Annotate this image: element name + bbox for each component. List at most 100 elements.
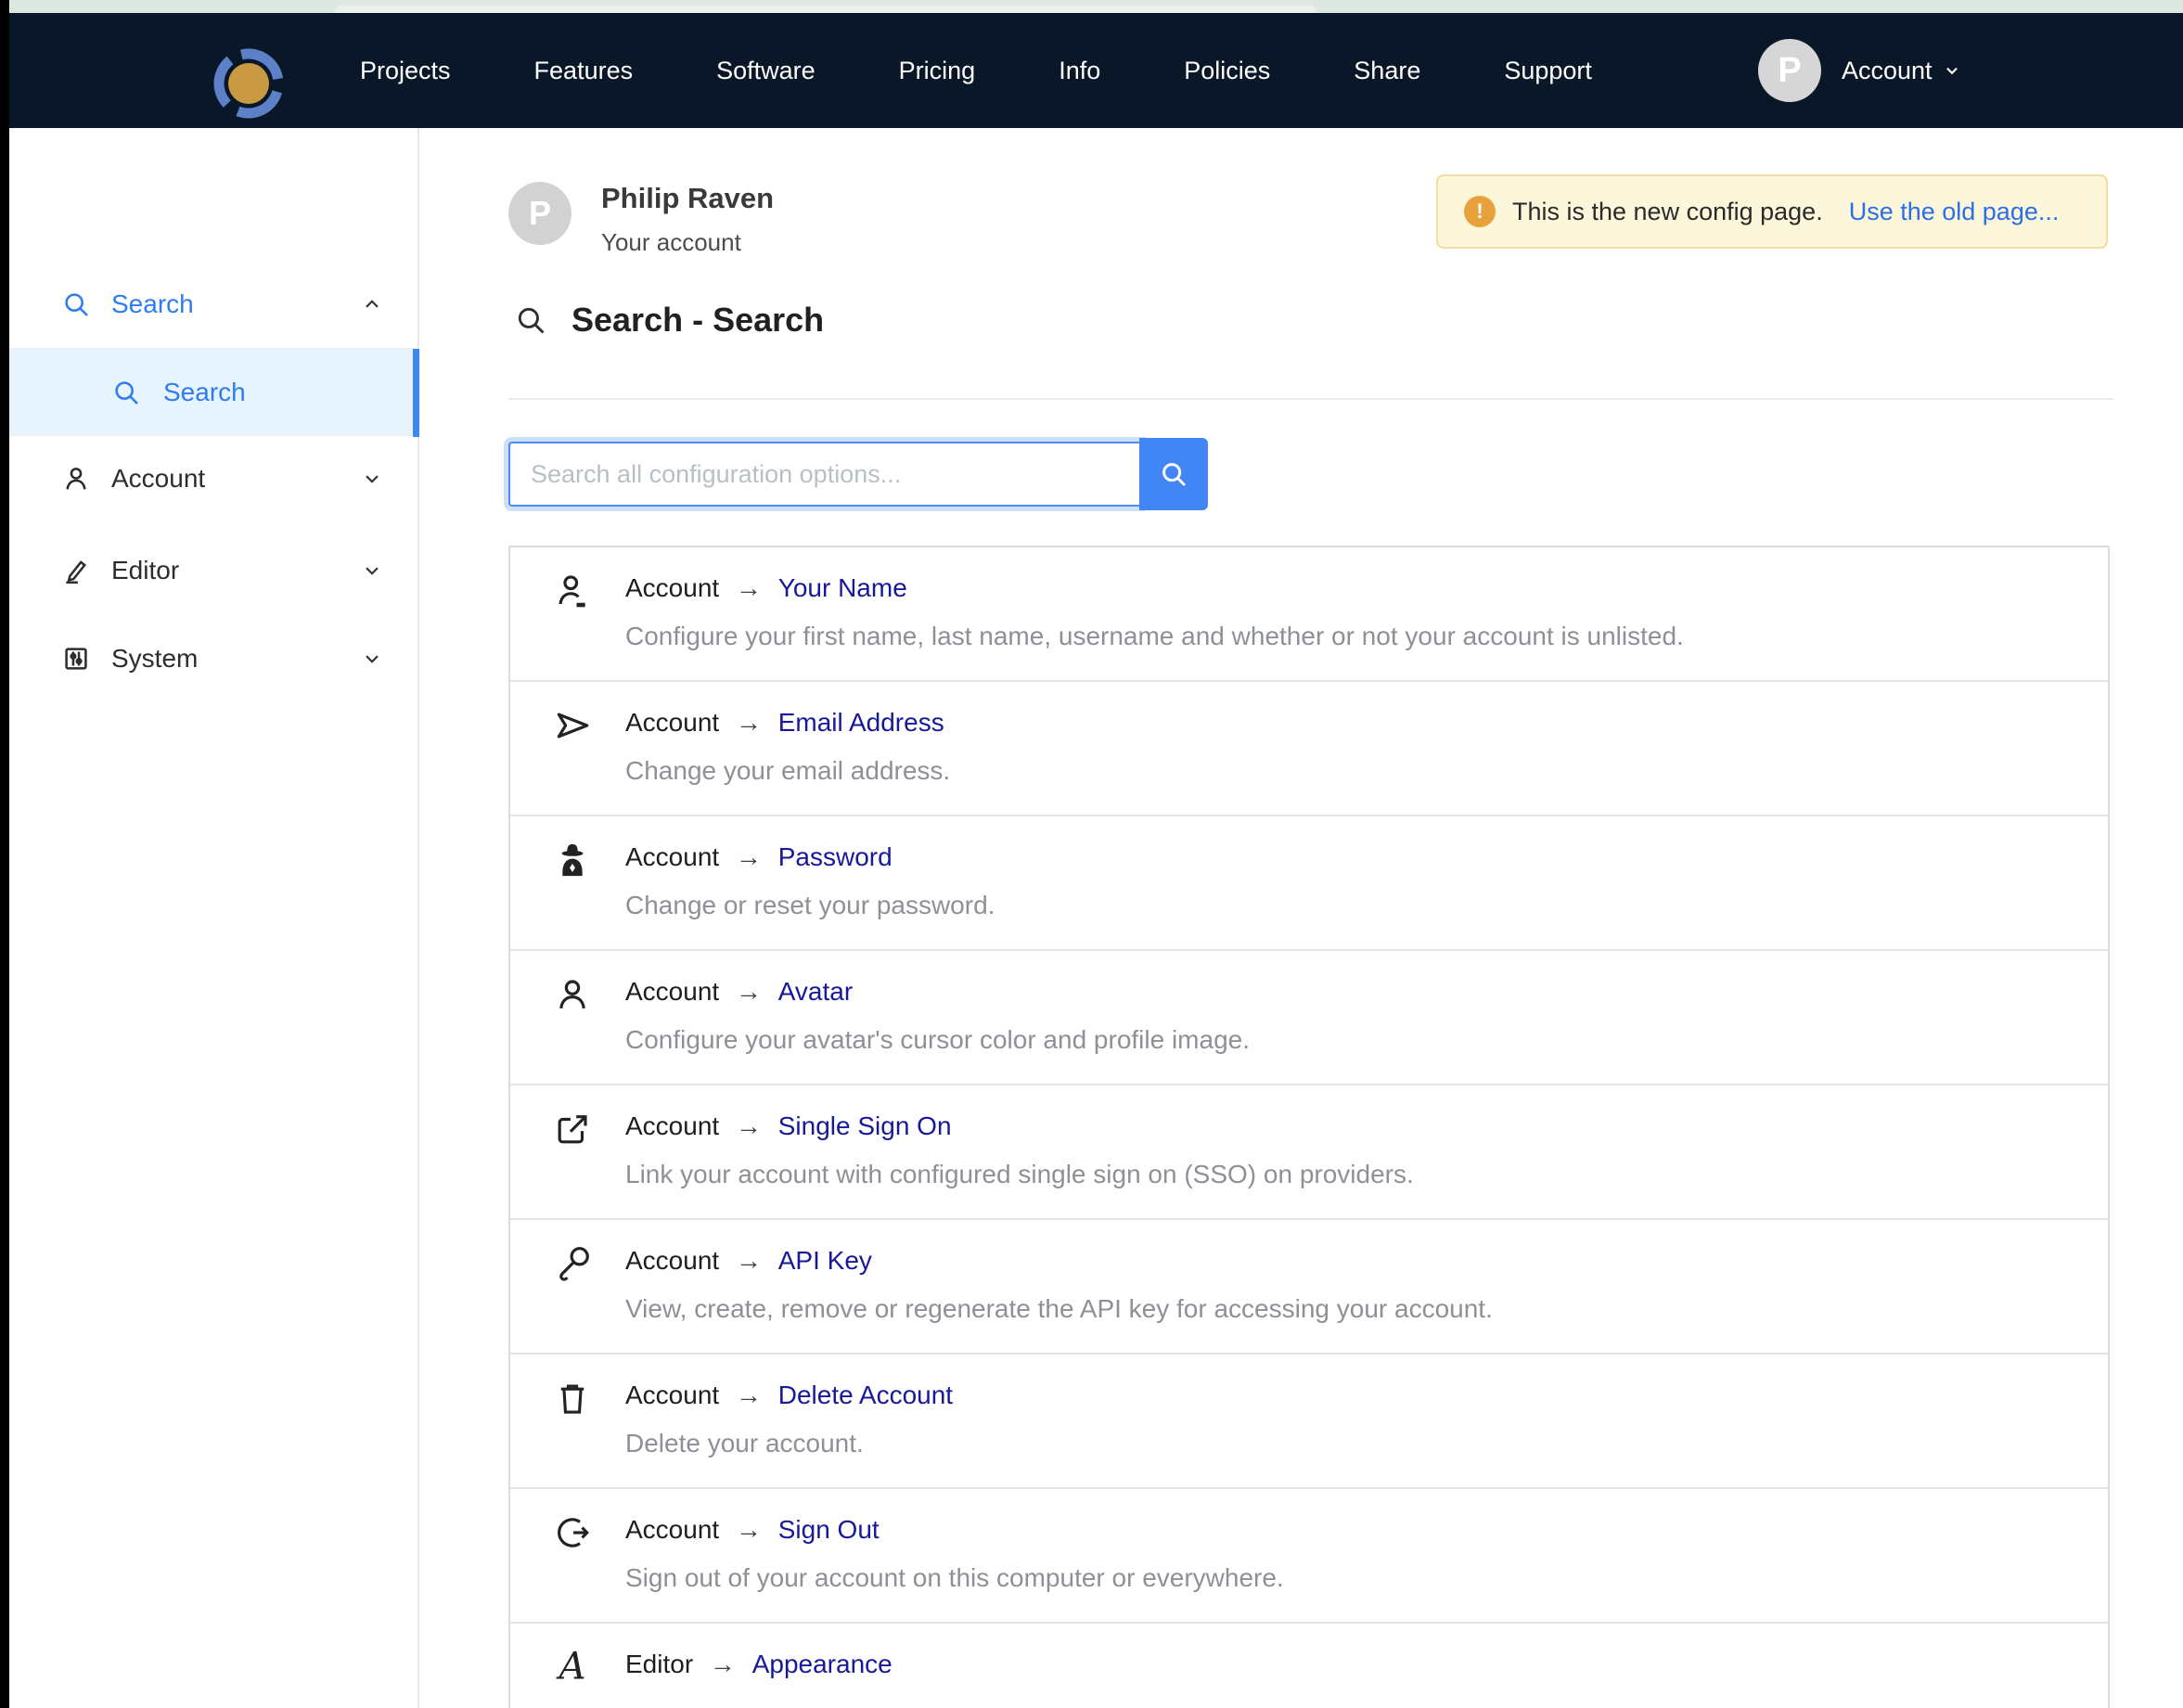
result-title: Account → Email Address (625, 708, 944, 738)
result-category: Account (625, 573, 719, 602)
sidebar-item-label: Account (111, 464, 360, 494)
sign-out-icon (553, 1513, 592, 1552)
result-category: Editor (625, 1650, 693, 1678)
search-result-row[interactable]: Account → Email Address Change your emai… (510, 682, 2108, 816)
result-category: Account (625, 977, 719, 1006)
sidebar-subitem-label: Search (163, 378, 246, 407)
arrow-icon: → (693, 1650, 752, 1678)
app-logo-icon[interactable] (212, 46, 286, 121)
result-description: Link your account with configured single… (625, 1160, 1414, 1189)
nav-link-support[interactable]: Support (1504, 57, 1592, 85)
search-result-row[interactable]: Account → Your Name Configure your first… (510, 547, 2108, 682)
arrow-icon: → (719, 1381, 778, 1409)
search-result-row[interactable]: Account → API Key View, create, remove o… (510, 1220, 2108, 1355)
arrow-icon: → (719, 708, 778, 737)
config-page: Projects Features Software Pricing Info Polic… (0, 0, 2183, 1708)
result-title: Account → Password (625, 842, 892, 872)
search-button[interactable] (1139, 438, 1208, 510)
send-icon (553, 706, 592, 745)
nav-link-info[interactable]: Info (1059, 57, 1100, 85)
profile-subtitle: Your account (601, 228, 741, 257)
result-title: Account → Delete Account (625, 1381, 953, 1410)
result-link[interactable]: Avatar (778, 977, 853, 1006)
letter-a-icon (553, 1648, 592, 1687)
pencil-icon (61, 556, 91, 585)
search-result-row[interactable]: Account → Single Sign On Link your accou… (510, 1085, 2108, 1220)
result-link[interactable]: API Key (778, 1246, 872, 1275)
avatar: P (508, 182, 571, 245)
sidebar-item-system[interactable]: System (9, 636, 419, 681)
sidebar-item-label: System (111, 644, 360, 674)
search-result-row[interactable]: Account → Delete Account Delete your acc… (510, 1355, 2108, 1489)
chevron-up-icon (360, 292, 384, 316)
divider (508, 398, 2113, 400)
search-result-row[interactable]: Account → Sign Out Sign out of your acco… (510, 1489, 2108, 1624)
result-link[interactable]: Delete Account (778, 1381, 953, 1409)
result-category: Account (625, 1515, 719, 1544)
chevron-down-icon (1942, 60, 1962, 81)
result-description: Change or reset your password. (625, 891, 995, 920)
nav-link-software[interactable]: Software (716, 57, 815, 85)
result-category: Account (625, 1246, 719, 1275)
external-link-icon (553, 1110, 592, 1149)
result-link[interactable]: Your Name (778, 573, 907, 602)
nav-account-menu[interactable]: P Account (1758, 13, 1962, 128)
browser-tab-sliver (334, 6, 1317, 13)
result-link[interactable]: Appearance (752, 1650, 892, 1678)
nav-link-projects[interactable]: Projects (360, 57, 451, 85)
nav-links: Projects Features Software Pricing Info Polic… (360, 13, 1592, 128)
search-icon (1159, 459, 1188, 489)
sliders-icon (61, 644, 91, 674)
search-input[interactable] (508, 442, 1141, 507)
active-indicator-bar (413, 349, 419, 437)
result-link[interactable]: Password (778, 842, 892, 871)
search-result-row[interactable]: Editor → Appearance (510, 1624, 2108, 1708)
result-description: View, create, remove or regenerate the A… (625, 1294, 1493, 1324)
result-link[interactable]: Email Address (778, 708, 944, 737)
sidebar-subitem-search-active[interactable]: Search (9, 348, 419, 436)
result-category: Account (625, 708, 719, 737)
chevron-down-icon (360, 559, 384, 583)
new-config-alert: ! This is the new config page. Use the o… (1436, 174, 2108, 249)
search-result-row[interactable]: Account → Password Change or reset your … (510, 816, 2108, 951)
nav-link-pricing[interactable]: Pricing (899, 57, 976, 85)
result-description: Sign out of your account on this compute… (625, 1563, 1284, 1593)
result-category: Account (625, 842, 719, 871)
alert-text: This is the new config page. (1512, 198, 1823, 226)
old-page-link[interactable]: Use the old page... (1849, 198, 2060, 226)
arrow-icon: → (719, 573, 778, 602)
result-link[interactable]: Single Sign On (778, 1111, 952, 1140)
nav-link-share[interactable]: Share (1354, 57, 1420, 85)
search-icon (61, 289, 91, 319)
avatar: P (1758, 39, 1821, 102)
user-minus-icon (553, 571, 592, 610)
result-description: Change your email address. (625, 756, 950, 786)
page-heading: Search - Search (514, 301, 824, 340)
arrow-icon: → (719, 977, 778, 1006)
browser-chrome-strip (9, 0, 2183, 13)
arrow-icon: → (719, 1515, 778, 1544)
top-nav: Projects Features Software Pricing Info Polic… (9, 13, 2183, 128)
user-icon (61, 464, 91, 494)
nav-link-features[interactable]: Features (534, 57, 634, 85)
sidebar-item-label: Search (111, 289, 360, 319)
sidebar-item-account[interactable]: Account (9, 456, 419, 501)
user-icon (553, 975, 592, 1014)
result-description: Configure your avatar's cursor color and… (625, 1025, 1250, 1055)
search-result-row[interactable]: Account → Avatar Configure your avatar's… (510, 951, 2108, 1085)
sidebar-item-search[interactable]: Search (9, 282, 419, 327)
sidebar-item-editor[interactable]: Editor (9, 548, 419, 593)
result-description: Configure your first name, last name, us… (625, 622, 1684, 651)
sidebar-item-label: Editor (111, 556, 360, 585)
warning-icon: ! (1464, 196, 1496, 227)
nav-link-policies[interactable]: Policies (1184, 57, 1270, 85)
sidebar: Search Search Account Editor System (9, 128, 419, 1708)
profile-name: Philip Raven (601, 182, 774, 215)
result-title: Account → API Key (625, 1246, 872, 1276)
chevron-down-icon (360, 467, 384, 491)
result-link[interactable]: Sign Out (778, 1515, 880, 1544)
result-title: Account → Avatar (625, 977, 853, 1007)
arrow-icon: → (719, 1111, 778, 1140)
arrow-icon: → (719, 842, 778, 871)
trash-icon (553, 1379, 592, 1418)
